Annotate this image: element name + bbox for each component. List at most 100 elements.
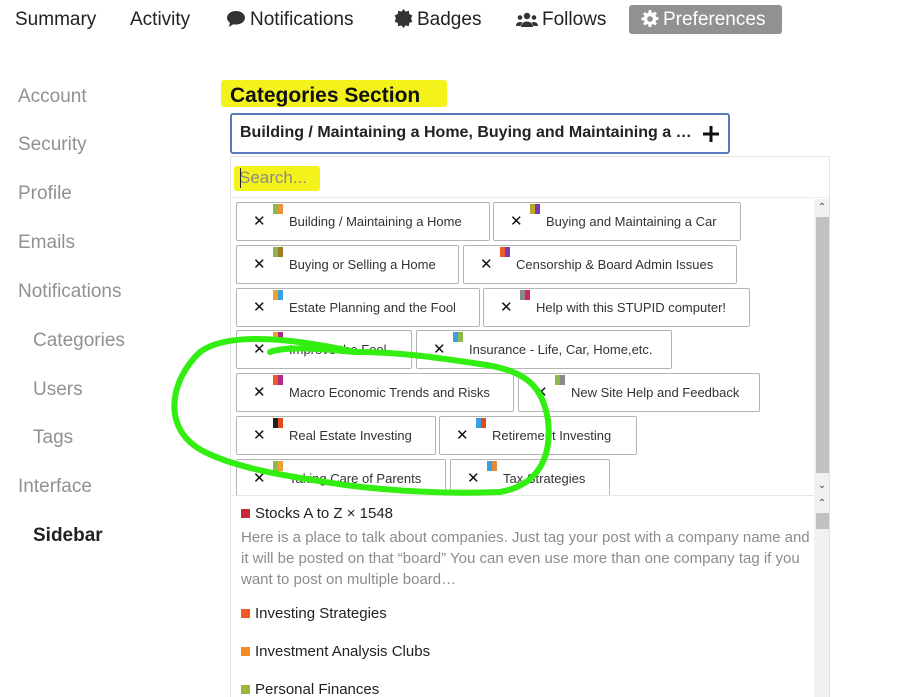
chip-label: New Site Help and Feedback (571, 385, 740, 400)
sidebar-item-sidebar[interactable]: Sidebar (33, 525, 103, 547)
list-item[interactable]: Investment Analysis Clubs (241, 643, 430, 660)
category-list: Stocks A to Z × 1548 Here is a place to … (231, 495, 814, 697)
chip-label: Building / Maintaining a Home (289, 214, 462, 229)
sidebar-item-users[interactable]: Users (33, 379, 83, 401)
tab-follows-label: Follows (542, 9, 607, 30)
scroll-up-icon[interactable]: ⌃ (817, 499, 827, 509)
remove-icon[interactable]: ✕ (433, 331, 447, 368)
sidebar-item-categories[interactable]: Categories (33, 330, 125, 352)
users-icon (516, 12, 538, 27)
categories-selector[interactable]: Building / Maintaining a Home, Buying an… (230, 113, 730, 154)
category-color-badge (273, 290, 283, 300)
list-scrollbar[interactable]: ⌃ (814, 495, 829, 697)
category-color-badge (273, 375, 283, 385)
tab-notifications-label: Notifications (250, 9, 354, 30)
list-item-description: Here is a place to talk about companies.… (241, 529, 810, 588)
chip-improve-fool[interactable]: ✕ Improve the Fool (236, 330, 412, 369)
search-row (231, 157, 829, 198)
sidebar-item-security[interactable]: Security (18, 134, 87, 156)
chip-label: Tax Strategies (503, 471, 586, 486)
category-color-badge (476, 418, 486, 428)
chip-label: Censorship & Board Admin Issues (516, 257, 714, 272)
tab-preferences[interactable]: Preferences (629, 5, 782, 34)
chip-macro-economic[interactable]: ✕ Macro Economic Trends and Risks (236, 373, 514, 412)
scrollbar-thumb[interactable] (816, 217, 829, 473)
chip-retirement[interactable]: ✕ Retirement Investing (439, 416, 637, 455)
tab-notifications[interactable]: Notifications (220, 5, 360, 34)
category-color-badge (487, 461, 497, 471)
tab-summary[interactable]: Summary (9, 5, 102, 34)
category-color-badge (273, 332, 283, 342)
chip-new-site-help[interactable]: ✕ New Site Help and Feedback (518, 373, 760, 412)
text-caret (240, 168, 241, 188)
search-input[interactable] (239, 166, 659, 190)
remove-icon[interactable]: ✕ (253, 203, 267, 240)
remove-icon[interactable]: ✕ (253, 246, 267, 283)
remove-icon[interactable]: ✕ (253, 460, 267, 495)
chip-label: Retirement Investing (492, 428, 612, 443)
remove-icon[interactable]: ✕ (467, 460, 481, 495)
plus-icon[interactable] (702, 124, 720, 144)
chip-real-estate[interactable]: ✕ Real Estate Investing (236, 416, 436, 455)
chip-parents[interactable]: ✕ Taking Care of Parents (236, 459, 446, 495)
sidebar-item-profile[interactable]: Profile (18, 183, 72, 205)
category-color-badge (241, 509, 250, 518)
chip-label: Insurance - Life, Car, Home,etc. (469, 342, 653, 357)
remove-icon[interactable]: ✕ (535, 374, 549, 411)
category-color-badge (273, 247, 283, 257)
scrollbar-thumb[interactable] (816, 513, 829, 529)
remove-icon[interactable]: ✕ (510, 203, 524, 240)
category-color-badge (273, 461, 283, 471)
user-nav: Summary Activity Notifications Badges Fo… (0, 0, 910, 40)
chips-scrollbar[interactable]: ⌃ ⌄ (814, 199, 829, 495)
chip-buying-car[interactable]: ✕ Buying and Maintaining a Car (493, 202, 741, 241)
sidebar-item-interface[interactable]: Interface (18, 476, 92, 498)
list-item-label: Investment Analysis Clubs (255, 643, 431, 660)
remove-icon[interactable]: ✕ (456, 417, 470, 454)
list-item-label: Investing Strategies (255, 605, 387, 622)
scroll-up-icon[interactable]: ⌃ (817, 203, 827, 213)
remove-icon[interactable]: ✕ (253, 417, 267, 454)
list-item[interactable]: Stocks A to Z × 1548 (241, 505, 393, 522)
category-color-badge (241, 685, 250, 694)
scroll-down-icon[interactable]: ⌄ (817, 481, 827, 491)
chip-label: Macro Economic Trends and Risks (289, 385, 490, 400)
category-color-badge (453, 332, 463, 342)
chip-label: Help with this STUPID computer! (536, 300, 727, 315)
remove-icon[interactable]: ✕ (253, 289, 267, 326)
chip-estate-planning[interactable]: ✕ Estate Planning and the Fool (236, 288, 480, 327)
list-item-label: Stocks A to Z × 1548 (255, 505, 394, 522)
categories-dropdown: ✕ Building / Maintaining a Home ✕ Buying a… (230, 156, 830, 697)
sidebar-item-notifications[interactable]: Notifications (18, 281, 122, 303)
page-title: Categories Section (230, 84, 421, 107)
sidebar-item-emails[interactable]: Emails (18, 232, 75, 254)
category-color-badge (500, 247, 510, 257)
chip-tax[interactable]: ✕ Tax Strategies (450, 459, 610, 495)
tab-badges-label: Badges (417, 9, 482, 30)
remove-icon[interactable]: ✕ (253, 374, 267, 411)
sidebar-item-tags[interactable]: Tags (33, 427, 73, 449)
remove-icon[interactable]: ✕ (480, 246, 494, 283)
tab-badges[interactable]: Badges (388, 5, 487, 34)
chip-label: Estate Planning and the Fool (289, 300, 456, 315)
category-color-badge (273, 418, 283, 428)
chip-label: Buying or Selling a Home (289, 257, 436, 272)
category-color-badge (530, 204, 540, 214)
chip-label: Taking Care of Parents (289, 471, 422, 486)
tab-follows[interactable]: Follows (510, 5, 612, 34)
list-item[interactable]: Personal Finances (241, 681, 379, 697)
list-item[interactable]: Investing Strategies (241, 605, 387, 622)
category-color-badge (241, 647, 250, 656)
chip-building-home[interactable]: ✕ Building / Maintaining a Home (236, 202, 490, 241)
comment-icon (227, 11, 245, 27)
chip-insurance[interactable]: ✕ Insurance - Life, Car, Home,etc. (416, 330, 672, 369)
sidebar-item-account[interactable]: Account (18, 86, 87, 108)
remove-icon[interactable]: ✕ (500, 289, 514, 326)
chip-censorship[interactable]: ✕ Censorship & Board Admin Issues (463, 245, 737, 284)
chip-buying-selling-home[interactable]: ✕ Buying or Selling a Home (236, 245, 459, 284)
tab-activity[interactable]: Activity (124, 5, 196, 34)
chip-help-computer[interactable]: ✕ Help with this STUPID computer! (483, 288, 750, 327)
gear-icon (641, 10, 659, 28)
remove-icon[interactable]: ✕ (253, 331, 267, 368)
tab-summary-label: Summary (15, 9, 97, 30)
